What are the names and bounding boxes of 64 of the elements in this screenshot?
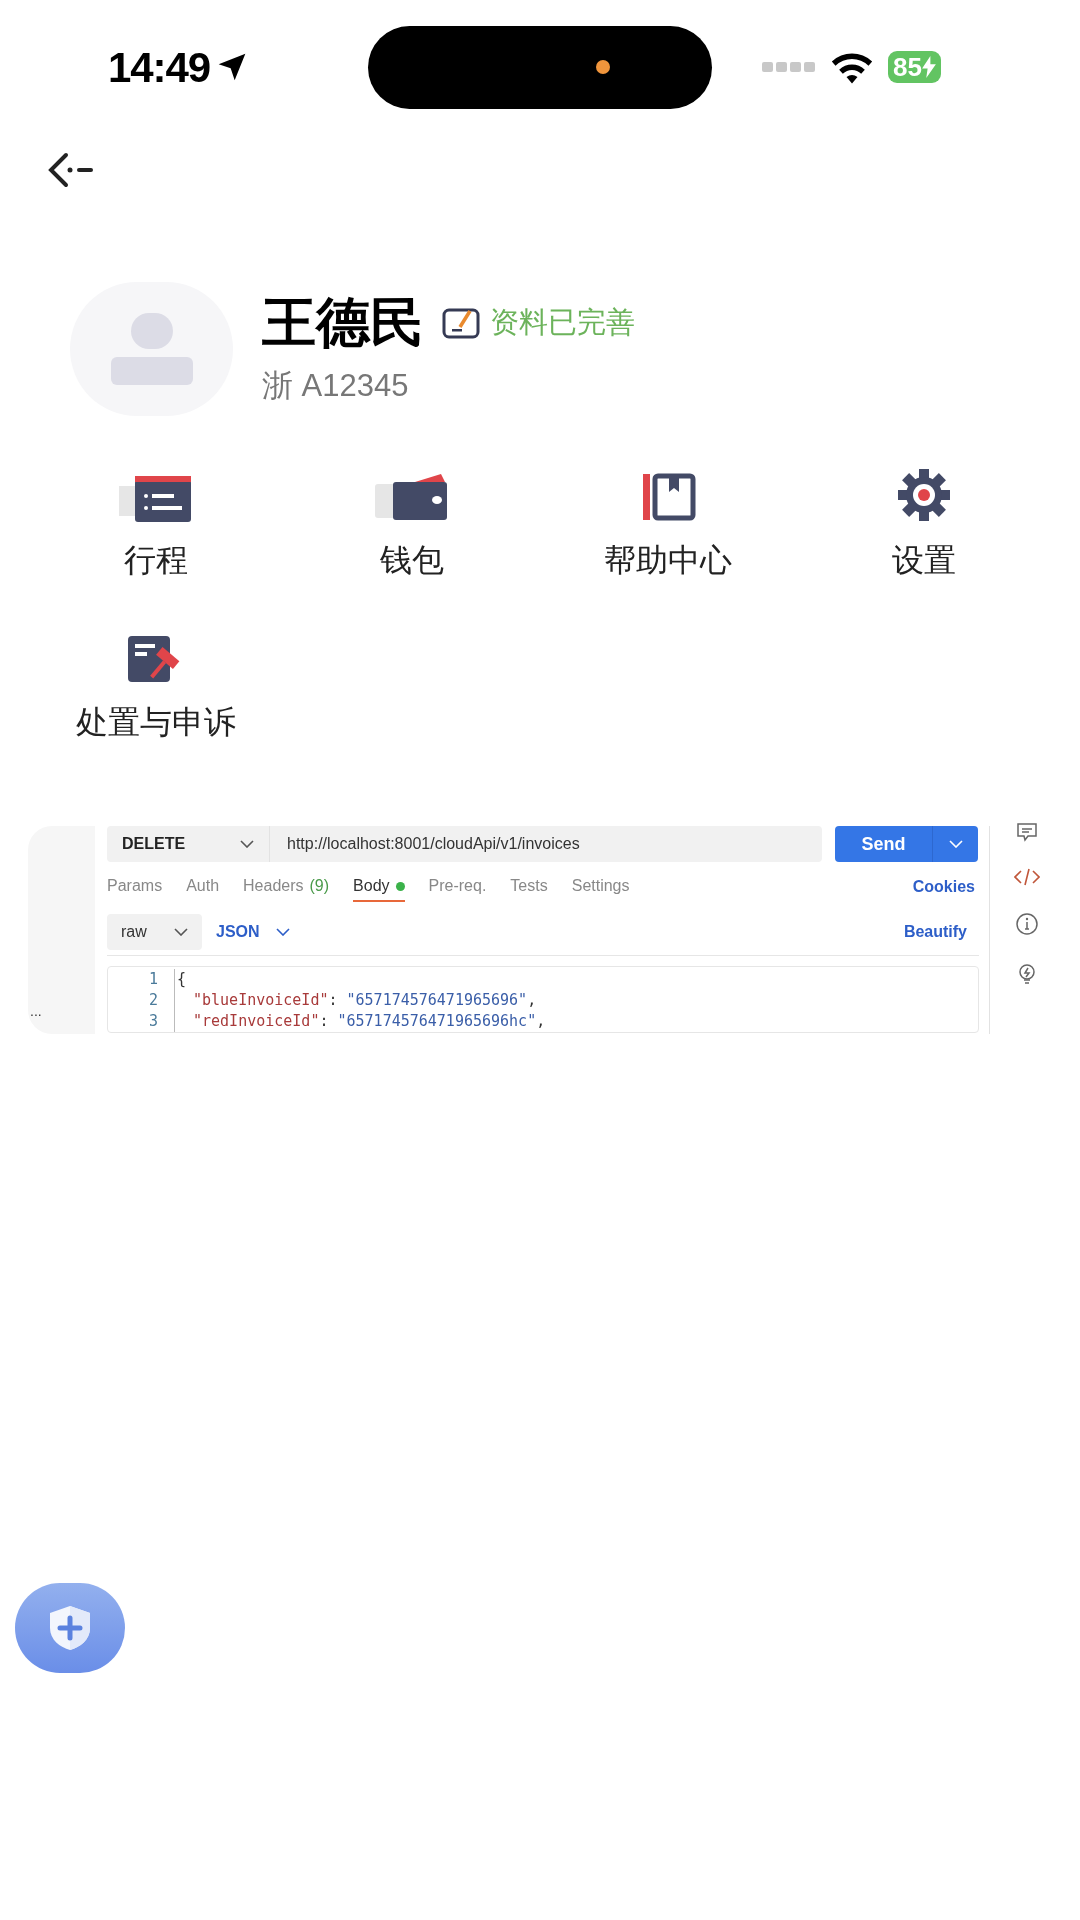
- body-type-dropdown[interactable]: raw: [107, 913, 202, 950]
- tab-label: Auth: [186, 876, 220, 896]
- signal-icon: [762, 62, 816, 72]
- request-tab[interactable]: Pre-req.: [428, 872, 487, 902]
- line-number: 2: [147, 990, 158, 1012]
- user-name: 王德民: [262, 291, 424, 354]
- menu-label: 处置与申诉: [76, 703, 236, 742]
- method-dropdown[interactable]: DELETE: [107, 826, 270, 862]
- tab-label: Body: [353, 876, 390, 896]
- code-icon[interactable]: [1014, 868, 1040, 886]
- request-tab[interactable]: Settings: [571, 872, 630, 902]
- request-tab[interactable]: Auth: [186, 872, 220, 902]
- back-arrow-icon[interactable]: [46, 152, 96, 188]
- request-tab[interactable]: Params: [107, 872, 163, 902]
- comment-icon[interactable]: [1016, 822, 1038, 842]
- menu-item[interactable]: 设置: [796, 468, 1052, 584]
- code-editor[interactable]: 1 { 2 "blueInvoiceId": "657174576471965696", 3 "redInvoiceId": "657174576471965696hc",: [107, 966, 979, 1033]
- tab-label: Pre-req.: [428, 876, 487, 896]
- tab-label: Tests: [510, 876, 548, 896]
- menu-label: 设置: [892, 541, 956, 580]
- tab-label: Headers: [243, 876, 304, 896]
- chevron-down-icon: [948, 840, 963, 848]
- menu-label: 帮助中心: [604, 541, 732, 580]
- menu-item[interactable]: 行程: [28, 468, 284, 584]
- menu-item[interactable]: 钱包: [284, 468, 540, 584]
- chevron-down-icon: [240, 840, 254, 848]
- profile-status: 资料已完善: [490, 305, 635, 340]
- request-tab[interactable]: Headers (9): [243, 872, 330, 902]
- status-time: 14:49: [108, 42, 211, 93]
- line-number: 1: [147, 969, 158, 991]
- chevron-down-icon: [174, 927, 188, 936]
- tab-label: Params: [107, 876, 163, 896]
- tab-label: Settings: [571, 876, 630, 896]
- send-button[interactable]: Send: [835, 826, 978, 862]
- menu-label: 钱包: [380, 541, 444, 580]
- code-text: "blueInvoiceId": "657174576471965696",: [192, 990, 537, 1012]
- send-label: Send: [860, 832, 907, 856]
- more-label: ...: [30, 1004, 42, 1018]
- beautify-link[interactable]: Beautify: [903, 919, 979, 944]
- wallet-icon: [375, 472, 449, 522]
- list-card-icon: [119, 474, 193, 522]
- format-label: JSON: [216, 921, 260, 942]
- tab-count: (9): [309, 876, 330, 896]
- request-tab[interactable]: Body: [353, 872, 405, 902]
- cookies-link[interactable]: Cookies: [912, 875, 979, 899]
- camera-indicator-icon: [596, 60, 610, 74]
- license-plate: 浙 A12345: [262, 366, 410, 405]
- method-label: DELETE: [122, 834, 186, 854]
- code-text: {: [177, 969, 187, 991]
- code-text: "redInvoiceId": "657174576471965696hc",: [192, 1011, 546, 1033]
- wifi-icon: [830, 50, 874, 84]
- body-type-label: raw: [121, 921, 147, 942]
- menu-item[interactable]: 帮助中心: [540, 468, 796, 584]
- menu-item[interactable]: 处置与申诉: [28, 630, 284, 746]
- chevron-down-icon: [275, 927, 290, 936]
- edit-icon: [442, 306, 480, 339]
- request-tab[interactable]: Tests: [510, 872, 548, 902]
- bolt-icon: [921, 56, 936, 78]
- url-field[interactable]: http://localhost:8001/cloudApi/v1/invoices: [270, 826, 822, 862]
- info-icon[interactable]: [1015, 912, 1039, 936]
- format-dropdown[interactable]: JSON: [216, 919, 290, 944]
- battery-percent: 85: [893, 54, 922, 80]
- menu-label: 行程: [124, 541, 188, 580]
- line-number: 3: [147, 1011, 158, 1033]
